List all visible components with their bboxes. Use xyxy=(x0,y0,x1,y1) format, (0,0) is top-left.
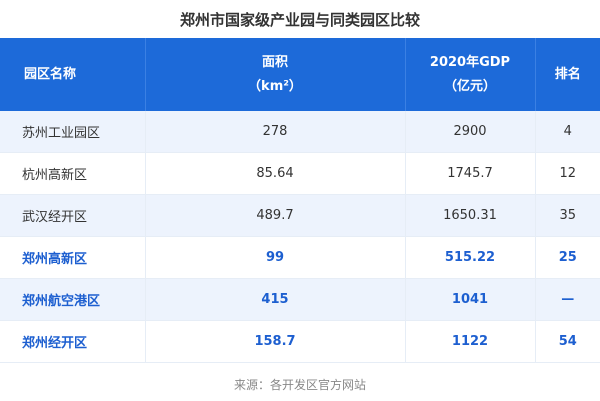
cell-rank: 4 xyxy=(535,111,600,153)
cell-gdp: 1122 xyxy=(405,320,536,363)
header-gdp: 2020年GDP （亿元） xyxy=(405,38,536,111)
header-gdp-unit: （亿元） xyxy=(443,78,496,94)
table-row-highlighted: 郑州高新区 99 515.22 25 xyxy=(0,236,600,279)
cell-area: 278 xyxy=(145,111,406,153)
header-area-unit: （km²） xyxy=(248,78,302,94)
header-rank: 排名 xyxy=(535,38,600,111)
cell-park-name: 苏州工业园区 xyxy=(0,111,146,153)
table-row-highlighted: 郑州经开区 158.7 1122 54 xyxy=(0,320,600,363)
cell-rank: 54 xyxy=(535,320,600,363)
cell-gdp: 1041 xyxy=(405,278,536,321)
header-area: 面积 （km²） xyxy=(145,38,406,111)
cell-gdp: 1650.31 xyxy=(405,194,536,237)
header-gdp-label: 2020年GDP xyxy=(429,54,511,70)
cell-rank: 35 xyxy=(535,194,600,237)
table-row-highlighted: 郑州航空港区 415 1041 — xyxy=(0,278,600,321)
cell-area: 158.7 xyxy=(145,320,406,363)
table-row: 武汉经开区 489.7 1650.31 35 xyxy=(0,194,600,237)
source-note: 来源：各开发区官方网站 xyxy=(233,378,366,392)
cell-area: 99 xyxy=(145,236,406,279)
header-area-label: 面积 xyxy=(261,54,288,70)
cell-park-name: 郑州经开区 xyxy=(0,320,146,363)
cell-rank: 12 xyxy=(535,152,600,195)
cell-area: 85.64 xyxy=(145,152,406,195)
table-row: 杭州高新区 85.64 1745.7 12 xyxy=(0,152,600,195)
table-row: 苏州工业园区 278 2900 4 xyxy=(0,111,600,153)
cell-rank: — xyxy=(535,278,600,321)
table-header-row: 园区名称 面积 （km²） 2020年GDP （亿元） 排名 xyxy=(0,38,600,111)
cell-gdp: 2900 xyxy=(405,111,536,153)
cell-park-name: 郑州高新区 xyxy=(0,236,146,279)
page: 郑州市国家级产业园与同类园区比较 园区名称 面积 （km²） 2020年GDP … xyxy=(0,0,600,401)
cell-area: 415 xyxy=(145,278,406,321)
comparison-table: 园区名称 面积 （km²） 2020年GDP （亿元） 排名 苏州工业园区 27… xyxy=(0,38,600,363)
cell-rank: 25 xyxy=(535,236,600,279)
cell-park-name: 杭州高新区 xyxy=(0,152,146,195)
cell-park-name: 郑州航空港区 xyxy=(0,278,146,321)
cell-park-name: 武汉经开区 xyxy=(0,194,146,237)
header-park-name: 园区名称 xyxy=(0,38,146,111)
cell-area: 489.7 xyxy=(145,194,406,237)
cell-gdp: 1745.7 xyxy=(405,152,536,195)
page-title: 郑州市国家级产业园与同类园区比较 xyxy=(179,10,420,29)
cell-gdp: 515.22 xyxy=(405,236,536,279)
